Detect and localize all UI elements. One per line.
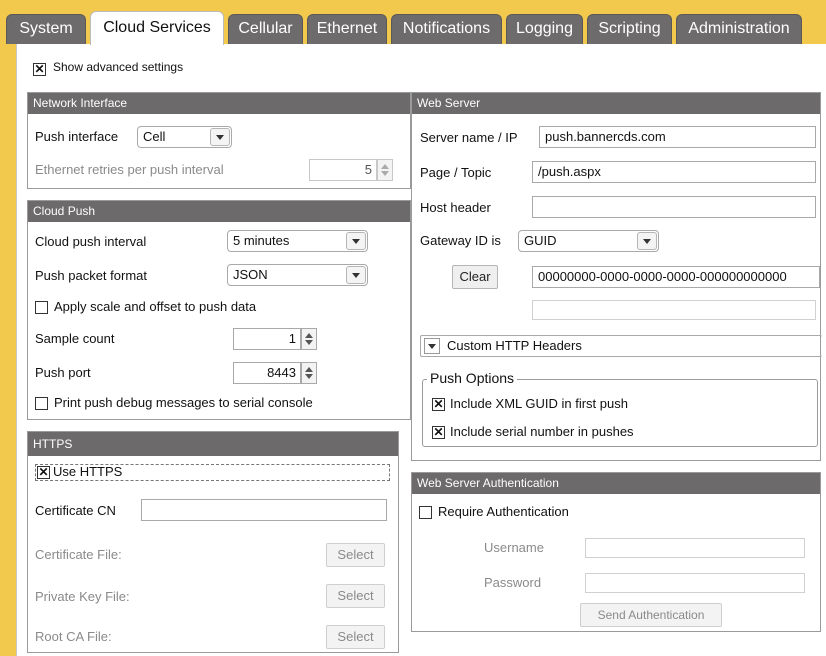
tab-cellular[interactable]: Cellular [228,14,303,44]
push-port-spinner[interactable] [301,362,317,384]
page-topic-input[interactable]: /push.aspx [532,161,816,183]
cloud-push-panel: Cloud Push Cloud push interval 5 minutes… [27,200,411,420]
push-port-label: Push port [35,365,91,380]
custom-headers-label: Custom HTTP Headers [447,338,582,353]
cloud-push-interval-select[interactable]: 5 minutes [227,230,368,252]
include-serial-label: Include serial number in pushes [450,424,634,439]
username-input[interactable] [585,538,805,558]
chevron-down-icon [210,128,230,146]
tab-cloud-services[interactable]: Cloud Services [90,11,224,45]
push-port-input[interactable]: 8443 [233,362,301,384]
guid-extra-input[interactable] [532,300,816,320]
root-ca-select-button[interactable]: Select [326,625,385,649]
tab-logging[interactable]: Logging [506,14,583,44]
chevron-down-icon [424,338,440,354]
root-ca-file-label: Root CA File: [35,629,112,644]
tab-system[interactable]: System [6,14,86,44]
web-server-panel: Web Server Server name / IP push.bannerc… [411,92,822,461]
ethernet-retries-input[interactable]: 5 [309,159,377,181]
tab-ethernet[interactable]: Ethernet [307,14,387,44]
web-server-auth-panel: Web Server Authentication Require Authen… [411,472,821,632]
push-packet-format-value: JSON [233,267,268,282]
cloud-push-interval-label: Cloud push interval [35,234,147,249]
push-options-legend: Push Options [427,370,518,386]
private-key-file-label: Private Key File: [35,589,130,604]
guid-input[interactable]: 00000000-0000-0000-0000-000000000000 [532,266,820,288]
host-header-label: Host header [420,200,491,215]
print-debug-label: Print push debug messages to serial cons… [54,395,313,410]
sample-count-label: Sample count [35,331,115,346]
network-interface-panel: Network Interface Push interface Cell Et… [27,92,411,189]
panel-title: HTTPS [28,432,398,456]
https-panel: HTTPS ✕ Use HTTPS Certificate CN Certifi… [27,431,399,653]
gateway-id-label: Gateway ID is [420,233,501,248]
server-name-label: Server name / IP [420,130,518,145]
send-auth-button[interactable]: Send Authentication [580,603,722,627]
tab-scripting[interactable]: Scripting [587,14,672,44]
server-name-input[interactable]: push.bannercds.com [539,126,816,148]
chevron-down-icon [346,232,366,250]
push-interface-value: Cell [143,129,166,144]
show-advanced-checkbox[interactable]: ✕ [33,63,46,76]
certificate-cn-input[interactable] [141,499,387,521]
sample-count-input[interactable]: 1 [233,328,301,350]
apply-scale-label: Apply scale and offset to push data [54,299,257,314]
certificate-file-select-button[interactable]: Select [326,543,385,567]
apply-scale-checkbox[interactable] [35,301,48,314]
panel-title: Web Server Authentication [412,473,820,494]
tab-notifications[interactable]: Notifications [391,14,502,44]
panel-title: Network Interface [28,93,410,114]
show-advanced-label: Show advanced settings [53,60,184,74]
use-https-checkbox[interactable]: ✕ [37,466,50,479]
host-header-input[interactable] [532,196,816,218]
private-key-select-button[interactable]: Select [326,584,385,608]
print-debug-checkbox[interactable] [35,397,48,410]
chevron-down-icon [637,232,657,250]
certificate-file-label: Certificate File: [35,547,122,562]
gateway-id-value: GUID [524,233,557,248]
ethernet-retries-spinner[interactable] [377,159,393,181]
push-packet-format-select[interactable]: JSON [227,264,368,286]
gateway-id-select[interactable]: GUID [518,230,659,252]
ethernet-retries-label: Ethernet retries per push interval [35,162,224,177]
require-auth-checkbox[interactable] [419,506,432,519]
chevron-down-icon [346,266,366,284]
custom-headers-toggle[interactable]: Custom HTTP Headers [420,335,822,357]
require-auth-label: Require Authentication [438,504,569,519]
include-xml-guid-checkbox[interactable]: ✕ [432,398,445,411]
include-xml-guid-label: Include XML GUID in first push [450,396,628,411]
cloud-push-interval-value: 5 minutes [233,233,290,248]
sample-count-spinner[interactable] [301,328,317,350]
tab-content: ✕ Show advanced settings Network Interfa… [16,44,826,656]
password-input[interactable] [585,573,805,593]
password-label: Password [484,575,542,590]
use-https-label: Use HTTPS [53,464,123,479]
push-interface-select[interactable]: Cell [137,126,232,148]
clear-button[interactable]: Clear [452,265,498,289]
push-packet-format-label: Push packet format [35,268,147,283]
include-serial-checkbox[interactable]: ✕ [432,426,445,439]
tab-administration[interactable]: Administration [676,14,802,44]
username-label: Username [484,540,544,555]
push-interface-label: Push interface [35,129,119,144]
push-options-group: Push Options ✕ Include XML GUID in first… [422,370,818,447]
panel-title: Cloud Push [28,201,410,222]
certificate-cn-label: Certificate CN [35,503,116,518]
panel-title: Web Server [412,93,820,114]
page-topic-label: Page / Topic [420,165,492,180]
